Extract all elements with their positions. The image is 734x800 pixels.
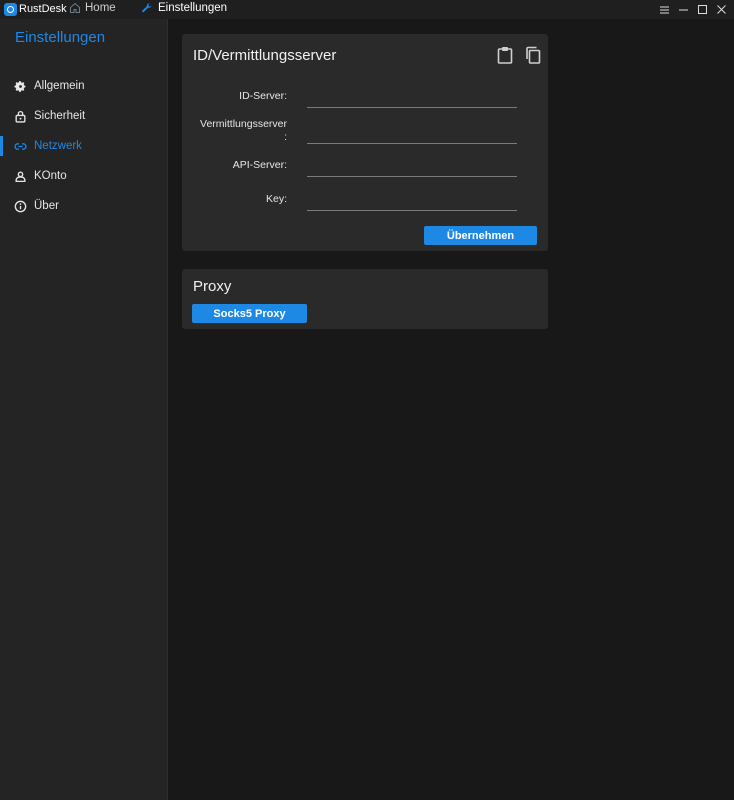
key-label: Key: <box>265 193 287 205</box>
relay-server-label: Vermittlungsserver : <box>200 118 287 143</box>
tab-home[interactable]: Home <box>69 2 116 14</box>
sidebar-item-label: Über <box>34 200 59 212</box>
sidebar-nav: Allgemein Sicherheit Netzwerk KOnto Über <box>0 71 168 221</box>
server-card-actions <box>497 46 541 64</box>
tab-home-label: Home <box>85 2 116 14</box>
tab-settings[interactable]: Einstellungen <box>141 2 227 14</box>
key-input[interactable] <box>307 189 517 211</box>
link-icon <box>14 140 27 153</box>
gear-icon <box>14 80 27 93</box>
sidebar-item-sicherheit[interactable]: Sicherheit <box>0 101 168 131</box>
server-card-title: ID/Vermittlungsserver <box>193 47 337 64</box>
clipboard-icon[interactable] <box>497 46 513 64</box>
sidebar-item-allgemein[interactable]: Allgemein <box>0 71 168 101</box>
api-server-input[interactable] <box>307 155 517 177</box>
id-server-label: ID-Server: <box>239 90 287 102</box>
socks5-proxy-button[interactable]: Socks5 Proxy <box>192 304 307 323</box>
sidebar-item-label: KOnto <box>34 170 67 182</box>
wrench-icon <box>142 3 152 13</box>
main-content: ID/Vermittlungsserver ID-Server: Vermitt… <box>168 19 734 800</box>
title-bar: RustDesk Home Einstellungen <box>0 0 734 19</box>
maximize-icon[interactable] <box>696 1 709 18</box>
sidebar-item-konto[interactable]: KOnto <box>0 161 168 191</box>
minimize-icon[interactable] <box>677 1 690 18</box>
close-icon[interactable] <box>715 1 728 18</box>
proxy-card-title: Proxy <box>193 278 232 295</box>
id-server-input[interactable] <box>307 86 517 108</box>
window-controls <box>658 1 728 18</box>
menu-icon[interactable] <box>658 1 671 18</box>
rustdesk-logo-icon <box>4 3 17 16</box>
sidebar-item-ueber[interactable]: Über <box>0 191 168 221</box>
person-icon <box>14 170 27 183</box>
sidebar-title: Einstellungen <box>15 29 106 46</box>
home-icon <box>70 2 80 13</box>
relay-server-input[interactable] <box>307 122 517 144</box>
sidebar-item-label: Sicherheit <box>34 110 86 122</box>
app-name: RustDesk <box>19 3 67 15</box>
sidebar-item-label: Allgemein <box>34 80 85 92</box>
lock-icon <box>14 110 27 123</box>
proxy-card: Proxy Socks5 Proxy <box>182 269 548 329</box>
tab-settings-label: Einstellungen <box>158 2 228 14</box>
apply-button[interactable]: Übernehmen <box>424 226 537 245</box>
sidebar: Einstellungen Allgemein Sicherheit Netzw… <box>0 19 168 800</box>
sidebar-item-label: Netzwerk <box>34 140 82 152</box>
sidebar-item-netzwerk[interactable]: Netzwerk <box>0 131 168 161</box>
copy-icon[interactable] <box>525 46 541 64</box>
server-settings-card: ID/Vermittlungsserver ID-Server: Vermitt… <box>182 34 548 251</box>
info-icon <box>14 200 27 213</box>
api-server-label: API-Server: <box>232 159 287 171</box>
